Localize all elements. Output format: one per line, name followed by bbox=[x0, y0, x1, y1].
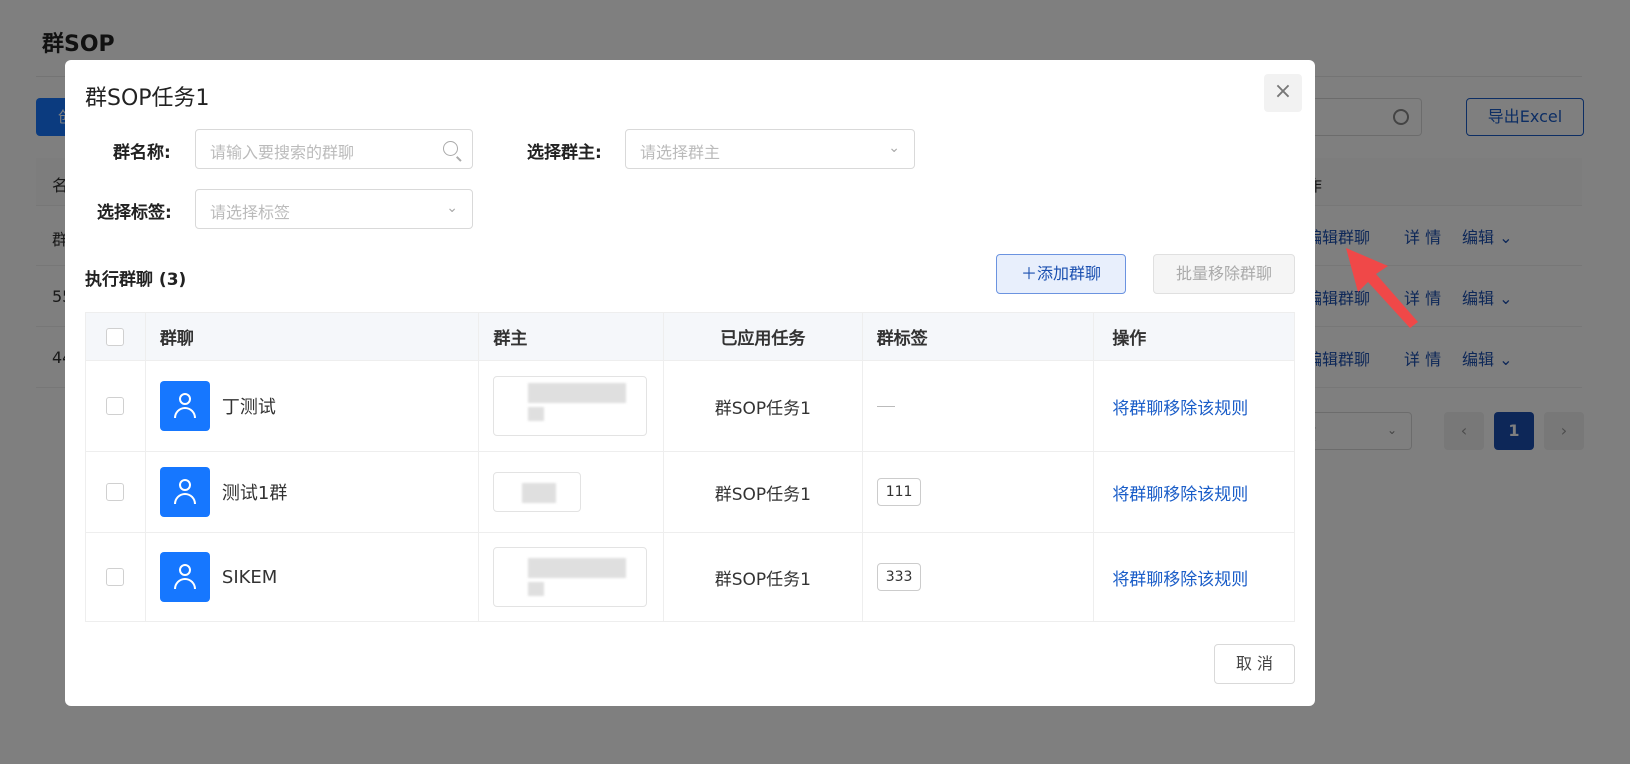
group-name-label: 群名称: bbox=[113, 143, 171, 163]
group-table: 群聊 群主 已应用任务 群标签 操作 丁测试 群SOP任务1 将群聊移除该规则 bbox=[85, 312, 1295, 622]
select-all-checkbox[interactable] bbox=[106, 327, 125, 346]
group-avatar-icon bbox=[159, 381, 210, 431]
chevron-down-icon: ⌄ bbox=[446, 200, 458, 216]
remove-from-rule-link[interactable]: 将群聊移除该规则 bbox=[1112, 394, 1248, 419]
group-name: 测试1群 bbox=[221, 483, 288, 504]
applied-task: 群SOP任务1 bbox=[714, 569, 811, 590]
owner-avatar-blurred bbox=[493, 547, 648, 607]
header-actions: 操作 bbox=[1112, 329, 1147, 349]
table-header: 群聊 群主 已应用任务 群标签 操作 bbox=[86, 313, 1294, 361]
annotation-arrow-icon bbox=[1346, 248, 1418, 328]
row-checkbox[interactable] bbox=[106, 568, 125, 586]
row-checkbox[interactable] bbox=[106, 397, 125, 415]
sop-task-modal: 群SOP任务1 × 群名称: 请输入要搜索的群聊 选择群主: 请选择群主 ⌄ 选… bbox=[65, 60, 1315, 706]
remove-from-rule-link[interactable]: 将群聊移除该规则 bbox=[1112, 565, 1248, 590]
modal-title: 群SOP任务1 bbox=[85, 86, 210, 111]
applied-task: 群SOP任务1 bbox=[714, 398, 811, 419]
close-button[interactable]: × bbox=[1264, 74, 1302, 112]
table-row: 测试1群 群SOP任务1 111 将群聊移除该规则 bbox=[86, 452, 1294, 533]
batch-remove-button[interactable]: 批量移除群聊 bbox=[1153, 254, 1295, 294]
section-title: 执行群聊 (3) bbox=[85, 270, 187, 290]
chevron-down-icon: ⌄ bbox=[888, 140, 900, 156]
owner-avatar-blurred bbox=[493, 376, 648, 436]
empty-tag bbox=[876, 405, 895, 407]
table-row: SIKEM 群SOP任务1 333 将群聊移除该规则 bbox=[86, 533, 1294, 621]
applied-task: 群SOP任务1 bbox=[714, 484, 811, 505]
group-name: 丁测试 bbox=[221, 397, 276, 418]
plus-icon: ＋ bbox=[1020, 264, 1037, 283]
header-owner: 群主 bbox=[493, 329, 528, 349]
group-tag: 111 bbox=[876, 478, 922, 506]
owner-label: 选择群主: bbox=[527, 143, 602, 163]
tag-select[interactable]: 请选择标签 ⌄ bbox=[195, 189, 473, 229]
header-group: 群聊 bbox=[159, 329, 194, 349]
search-icon bbox=[443, 141, 458, 156]
tag-label: 选择标签: bbox=[97, 203, 172, 223]
remove-from-rule-link[interactable]: 将群聊移除该规则 bbox=[1112, 480, 1248, 505]
group-name: SIKEM bbox=[221, 566, 278, 588]
group-avatar-icon bbox=[159, 467, 210, 517]
table-row: 丁测试 群SOP任务1 将群聊移除该规则 bbox=[86, 361, 1294, 452]
group-tag: 333 bbox=[876, 563, 922, 591]
owner-select[interactable]: 请选择群主 ⌄ bbox=[625, 129, 915, 169]
header-applied-task: 已应用任务 bbox=[720, 329, 806, 349]
group-avatar-icon bbox=[159, 552, 210, 602]
cancel-button[interactable]: 取 消 bbox=[1214, 644, 1295, 684]
owner-avatar-blurred bbox=[493, 472, 582, 512]
close-icon: × bbox=[1273, 79, 1293, 104]
group-name-search-input[interactable]: 请输入要搜索的群聊 bbox=[195, 129, 473, 169]
row-checkbox[interactable] bbox=[106, 483, 125, 501]
header-tags: 群标签 bbox=[876, 329, 928, 349]
add-group-button[interactable]: ＋添加群聊 bbox=[996, 254, 1126, 294]
